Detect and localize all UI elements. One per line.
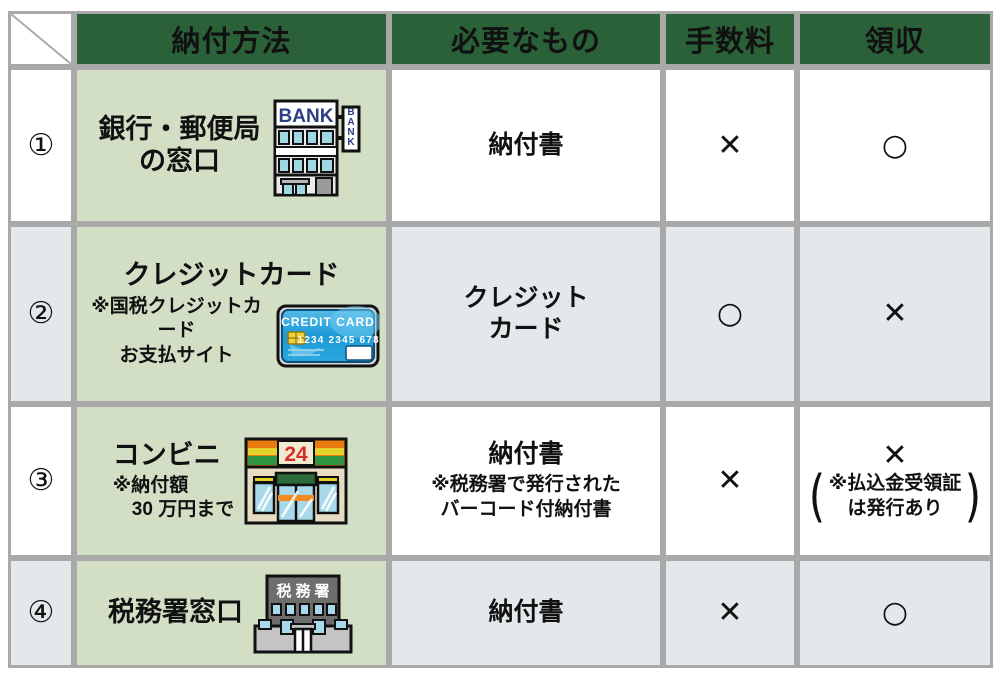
row-number-1: ①	[27, 128, 55, 162]
row-number-cell: ②	[8, 224, 74, 404]
method-note: ※国税クレジットカード お支払サイト	[91, 295, 262, 366]
table-row: ② クレジットカード ※国税クレジットカード お支払サイト CREDIT CAR…	[8, 224, 993, 404]
svg-text:K: K	[347, 137, 355, 148]
row-number-4: ④	[27, 596, 55, 629]
needed-cell: クレジット カード	[389, 224, 663, 404]
receipt-note: ( ※払込金受領証 は発行あり )	[806, 463, 984, 529]
needed-note-text: ※税務署で発行された バーコード付納付書	[431, 474, 621, 521]
needed-cell: 納付書	[389, 67, 663, 224]
table-row: ③ コンビニ ※納付額 30 万円まで 24 納付書 ※税務署で発行された バー…	[8, 404, 993, 558]
needed-cell: 納付書	[389, 558, 663, 668]
method-cell-bank: 銀行・郵便局 の窓口 BANK B A N K	[74, 67, 389, 224]
method-title: クレジットカード	[123, 260, 340, 291]
method-title: コンビニ	[112, 439, 221, 470]
svg-text:税: 税	[276, 582, 291, 600]
receipt-symbol: ○	[881, 595, 909, 630]
close-paren: )	[964, 463, 982, 529]
column-header-receipt: 領収	[797, 11, 993, 67]
svg-text:24: 24	[285, 443, 309, 466]
row-number-cell: ③	[8, 404, 74, 558]
column-header-method: 納付方法	[74, 11, 389, 67]
method-note: ※納付額 30 万円まで	[112, 474, 235, 520]
needed-cell: 納付書 ※税務署で発行された バーコード付納付書	[389, 404, 663, 558]
receipt-note-text: ※払込金受領証 は発行あり	[828, 472, 962, 519]
table-row: ① 銀行・郵便局 の窓口 BANK B A N K 納付書 ✕ ○	[8, 67, 993, 224]
needed-main-text: 納付書	[488, 440, 564, 469]
corner-diagonal-cell	[8, 11, 74, 67]
needed-main-text: 納付書	[488, 130, 564, 159]
fee-cell: ✕	[663, 67, 797, 224]
svg-text:務: 務	[295, 582, 311, 600]
svg-text:署: 署	[313, 583, 329, 600]
fee-symbol: ✕	[717, 463, 743, 498]
table-row: ④ 税務署窓口 税 務 署 納付書 ✕ ○	[8, 558, 993, 668]
svg-text:CREDIT CARD: CREDIT CARD	[281, 315, 375, 329]
bank-building-icon: BANK B A N K	[269, 91, 365, 201]
column-header-fee: 手数料	[663, 11, 797, 67]
receipt-cell: ✕	[797, 224, 993, 404]
receipt-cell: ○	[797, 67, 993, 224]
payment-methods-table-page: 納付方法 必要なもの 手数料 領収 ① 銀行・郵便局 の窓口 BANK B A …	[0, 0, 1001, 691]
fee-cell: ○	[663, 224, 797, 404]
table-header: 納付方法 必要なもの 手数料 領収	[8, 11, 993, 67]
needed-main-text: クレジット カード	[463, 283, 589, 343]
method-cell-tax-office: 税務署窓口 税 務 署	[74, 558, 389, 668]
row-number-2: ②	[27, 297, 55, 330]
fee-symbol: ✕	[717, 127, 743, 163]
open-paren: (	[808, 463, 826, 529]
receipt-symbol: ✕	[882, 437, 908, 473]
diagonal-line-icon	[11, 14, 71, 64]
credit-card-icon: CREDIT CARD 1234 2345 6789	[276, 304, 380, 368]
convenience-store-icon: 24	[242, 433, 350, 529]
svg-text:BANK: BANK	[278, 106, 333, 127]
method-cell-credit-card: クレジットカード ※国税クレジットカード お支払サイト CREDIT CARD …	[74, 224, 389, 404]
table-body: ① 銀行・郵便局 の窓口 BANK B A N K 納付書 ✕ ○ ② クレジッ…	[8, 67, 993, 668]
tax-office-building-icon: 税 務 署	[251, 570, 355, 656]
needed-main-text: 納付書	[488, 598, 564, 627]
method-title: 税務署窓口	[108, 597, 243, 628]
receipt-cell: ✕ ( ※払込金受領証 は発行あり )	[797, 404, 993, 558]
fee-symbol: ○	[716, 296, 744, 331]
row-number-3: ③	[27, 464, 55, 497]
receipt-cell: ○	[797, 558, 993, 668]
header-row: 納付方法 必要なもの 手数料 領収	[8, 11, 993, 67]
row-number-cell: ①	[8, 67, 74, 224]
tax-payment-methods-table: 納付方法 必要なもの 手数料 領収 ① 銀行・郵便局 の窓口 BANK B A …	[8, 11, 993, 668]
fee-cell: ✕	[663, 404, 797, 558]
fee-cell: ✕	[663, 558, 797, 668]
receipt-symbol: ✕	[882, 296, 908, 331]
column-header-needed: 必要なもの	[389, 11, 663, 67]
row-number-cell: ④	[8, 558, 74, 668]
svg-text:1234 2345 6789: 1234 2345 6789	[297, 335, 380, 346]
method-title: 銀行・郵便局 の窓口	[98, 113, 261, 176]
receipt-symbol: ○	[881, 127, 909, 163]
method-cell-convenience-store: コンビニ ※納付額 30 万円まで 24	[74, 404, 389, 558]
fee-symbol: ✕	[717, 595, 743, 630]
